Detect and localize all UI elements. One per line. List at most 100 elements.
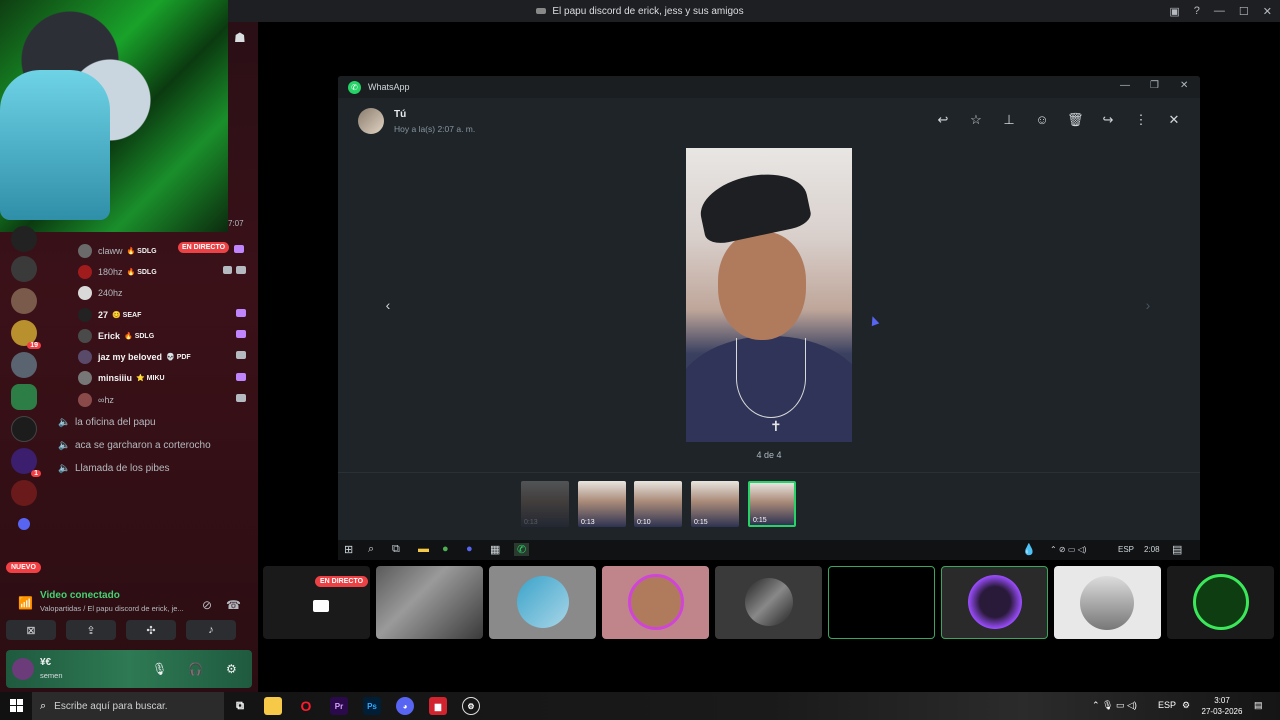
participant-tile[interactable]	[715, 566, 822, 639]
taskbar-search[interactable]: ⌕ Escribe aquí para buscar.	[32, 692, 224, 720]
participant-avatar	[745, 578, 793, 626]
media-thumbnail-selected[interactable]: 0:15	[748, 481, 796, 527]
participant-tile-stream[interactable]: EN DIRECTO	[263, 566, 370, 639]
server-icon[interactable]	[11, 226, 37, 252]
user-status: semen	[40, 671, 63, 680]
steam-icon[interactable]: ⚙	[462, 697, 480, 715]
screen-share-button[interactable]: ⇪	[66, 620, 116, 640]
search-icon: ⌕	[40, 699, 47, 712]
server-badge: 19	[27, 342, 41, 349]
drop-icon: 💧	[1022, 544, 1036, 556]
media-thumbnail[interactable]: 0:13	[578, 481, 626, 527]
inbox-icon[interactable]: ▣	[1169, 5, 1179, 18]
close-icon[interactable]: ✕	[1166, 112, 1182, 128]
taskbar-clock[interactable]: 3:07 27-03-2026	[1200, 695, 1244, 717]
close-button[interactable]: ✕	[1263, 5, 1272, 18]
screen-share-icon	[236, 394, 246, 403]
maximize-button[interactable]: ☐	[1239, 5, 1249, 18]
participant-tile[interactable]	[376, 566, 483, 639]
more-icon[interactable]: ⋮	[1133, 112, 1149, 128]
next-arrow-icon[interactable]: ›	[1136, 293, 1160, 317]
pin-icon[interactable]: ⊥	[1001, 112, 1017, 128]
voice-user[interactable]: ∞hz	[78, 389, 254, 410]
media-thumbnail[interactable]: 0:15	[691, 481, 739, 527]
voice-user[interactable]: 240hz	[78, 283, 254, 304]
server-icon[interactable]: 1	[11, 448, 41, 477]
noise-suppression-icon[interactable]: ⊘	[202, 598, 212, 612]
forward-icon[interactable]: ↪	[1100, 112, 1116, 128]
help-icon[interactable]: ?	[1194, 5, 1200, 17]
activities-button[interactable]: ✣	[126, 620, 176, 640]
headphones-icon[interactable]: 🎧	[188, 662, 203, 676]
user-tag: 💀 PDF	[166, 354, 191, 362]
voice-user[interactable]: 180hz 🔥 SDLG	[78, 261, 254, 282]
star-icon[interactable]: ☆	[968, 112, 984, 128]
avatar[interactable]	[12, 658, 34, 680]
participant-tile[interactable]	[489, 566, 596, 639]
server-icon[interactable]	[11, 256, 37, 282]
reply-icon[interactable]: ↩	[935, 112, 951, 128]
windows-start-icon[interactable]	[10, 699, 23, 712]
file-explorer-icon[interactable]	[264, 697, 282, 715]
voice-channel[interactable]: 🔈 la oficina del papu	[58, 417, 156, 428]
microphone-icon[interactable]: 🎙	[152, 662, 167, 676]
voice-channel[interactable]: 🔈 Llamada de los pibes	[58, 463, 170, 474]
restore-button[interactable]: ❐	[1150, 80, 1159, 91]
signal-icon[interactable]: 📶	[18, 596, 33, 610]
voice-user[interactable]: 27 😊 SEAF	[78, 304, 254, 325]
camera-off-button[interactable]: ⊠	[6, 620, 56, 640]
server-icon[interactable]	[11, 288, 37, 314]
folder-icon[interactable]	[18, 518, 30, 530]
voice-action-buttons: ⊠ ⇪ ✣ ♪	[6, 620, 252, 642]
language-indicator[interactable]: ESP	[1158, 700, 1176, 710]
window-controls: ▣ ? — ☐ ✕	[1169, 0, 1272, 22]
settings-icon[interactable]: ⚙	[1182, 700, 1190, 711]
video-duration: 0:15	[753, 517, 767, 524]
participant-avatar	[517, 576, 569, 628]
media-thumbnail[interactable]: 0:13	[521, 481, 569, 527]
disconnect-icon[interactable]: ☎	[226, 598, 241, 612]
close-button[interactable]: ✕	[1180, 80, 1188, 91]
voice-channel[interactable]: 🔈 aca se garcharon a corterocho	[58, 440, 211, 451]
message-time: Hoy a la(s) 2:07 a. m.	[394, 124, 476, 134]
server-icon[interactable]	[11, 352, 37, 378]
participant-tile[interactable]	[602, 566, 709, 639]
emoji-icon[interactable]: ☺	[1034, 112, 1050, 128]
delete-icon[interactable]: 🗑	[1067, 112, 1084, 128]
chat-app-icon[interactable]: ▆	[429, 697, 447, 715]
soundboard-button[interactable]: ♪	[186, 620, 236, 640]
settings-icon[interactable]: ⚙	[226, 662, 237, 676]
participant-tile[interactable]	[1167, 566, 1274, 639]
server-icon[interactable]	[11, 416, 37, 442]
opera-icon[interactable]: O	[297, 697, 315, 715]
folder-icon[interactable]	[11, 384, 37, 410]
notification-icon[interactable]: ▤	[1254, 700, 1263, 711]
photoshop-icon[interactable]: Ps	[363, 697, 381, 715]
new-badge[interactable]: NUEVO	[6, 562, 41, 573]
voice-user[interactable]: jaz my beloved 💀 PDF	[78, 346, 254, 367]
tray-icons: ⌃ ⊘ ▭ ◁)	[1050, 545, 1087, 554]
server-icon[interactable]: 19	[11, 320, 41, 349]
task-view-icon[interactable]: ⧉	[231, 697, 249, 715]
discord-icon[interactable]: ◕	[396, 697, 414, 715]
participant-tile-speaking[interactable]	[941, 566, 1048, 639]
previous-arrow-icon[interactable]: ‹	[376, 293, 400, 317]
stream-preview[interactable]	[0, 0, 228, 232]
user-name: ¥€	[40, 657, 52, 668]
tray-icons[interactable]: ⌃ 🎙 ▭ ◁)	[1092, 700, 1137, 711]
server-badge: 1	[31, 470, 41, 477]
voice-user[interactable]: claww 🔥 SDLG EN DIRECTO	[78, 240, 254, 261]
server-icon	[536, 8, 547, 14]
voice-user[interactable]: Erick 🔥 SDLG	[78, 325, 254, 346]
participant-tile-speaking[interactable]	[828, 566, 935, 639]
minimize-button[interactable]: —	[1120, 80, 1130, 91]
add-friend-icon[interactable]: ☗	[234, 30, 246, 46]
voice-status-subtitle[interactable]: Valopartidas / El papu discord de erick,…	[40, 604, 184, 613]
voice-user[interactable]: minsiiiu ⭐ MIKU	[78, 368, 254, 389]
media-photo[interactable]: ✝	[686, 148, 852, 442]
server-icon[interactable]	[11, 480, 37, 506]
minimize-button[interactable]: —	[1214, 5, 1225, 17]
participant-tile[interactable]	[1054, 566, 1161, 639]
premiere-icon[interactable]: Pr	[330, 697, 348, 715]
media-thumbnail[interactable]: 0:10	[634, 481, 682, 527]
